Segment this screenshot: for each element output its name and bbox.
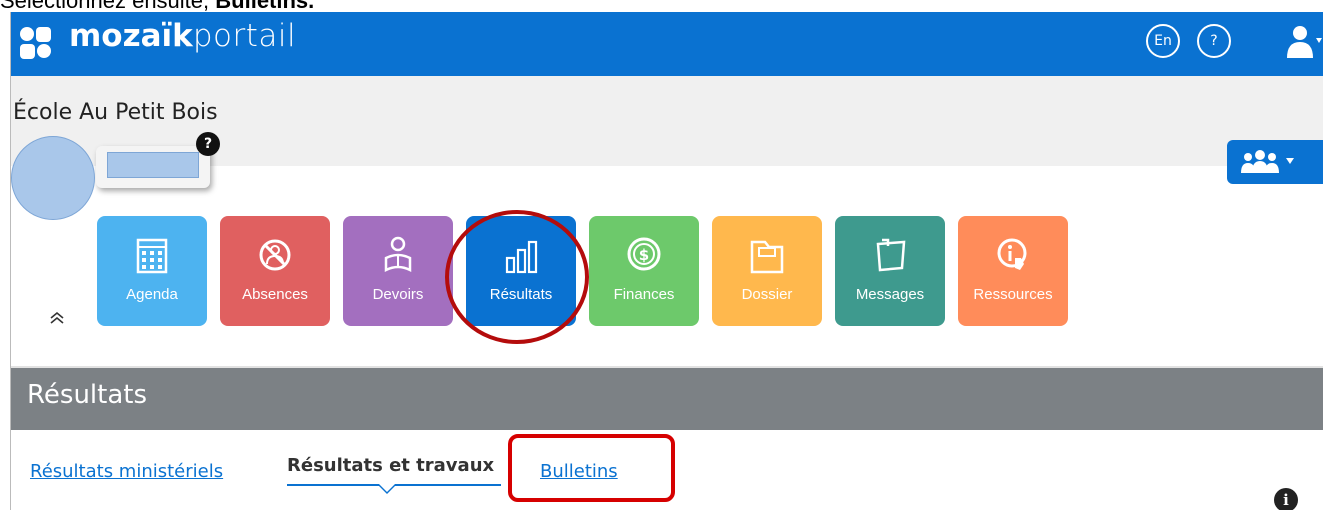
section-title: Résultats — [27, 380, 148, 410]
student-reading-icon — [384, 236, 412, 273]
svg-text:$: $ — [639, 246, 649, 264]
tile-absences[interactable]: Absences — [220, 216, 330, 326]
tile-dossier[interactable]: Dossier — [712, 216, 822, 326]
brand-bold: mozaïk — [69, 18, 193, 54]
avatar[interactable] — [11, 136, 95, 220]
top-navigation-bar: mozaïkportail En ? — [11, 12, 1323, 76]
brand-light: portail — [192, 18, 297, 54]
bar-chart-icon — [505, 240, 538, 274]
tile-devoirs[interactable]: Devoirs — [343, 216, 453, 326]
tile-label: Finances — [613, 286, 675, 303]
calendar-icon — [136, 238, 168, 274]
help-button[interactable]: ? — [1197, 24, 1231, 58]
message-note-icon — [876, 238, 906, 272]
tile-label: Dossier — [741, 286, 793, 303]
tile-label: Absences — [242, 286, 308, 303]
active-tab-caret-inner — [379, 484, 395, 492]
portal-window: mozaïkportail En ? École Au Petit Bois ? — [10, 12, 1323, 510]
language-button[interactable]: En — [1146, 24, 1180, 58]
dollar-coin-icon: $ — [627, 237, 661, 271]
tab-resultats-ministeriels[interactable]: Résultats ministériels — [30, 461, 223, 482]
tile-finances[interactable]: $ Finances — [589, 216, 699, 326]
no-person-icon — [259, 239, 291, 271]
info-icon[interactable]: i — [1274, 488, 1298, 510]
tile-messages[interactable]: Messages — [835, 216, 945, 326]
section-header: Résultats — [11, 368, 1323, 430]
tile-label: Devoirs — [372, 286, 424, 303]
profile-name-placeholder — [107, 152, 199, 178]
tile-label: Résultats — [489, 286, 553, 303]
tile-label: Messages — [855, 286, 925, 303]
instruction-caption: Sélectionnez ensuite, Bulletins. — [0, 0, 314, 12]
profile-help-badge[interactable]: ? — [196, 132, 220, 156]
mozaik-logo-icon — [20, 27, 51, 59]
tile-resultats[interactable]: Résultats — [466, 216, 576, 326]
tile-label: Agenda — [126, 286, 178, 303]
school-name: École Au Petit Bois — [13, 100, 218, 125]
folder-icon — [750, 240, 784, 274]
tile-label: Ressources — [973, 286, 1053, 303]
info-hand-icon — [997, 238, 1027, 270]
tile-agenda[interactable]: Agenda — [97, 216, 207, 326]
tab-bulletins[interactable]: Bulletins — [540, 461, 618, 482]
user-menu-icon[interactable] — [1283, 22, 1323, 62]
children-selector-button[interactable] — [1227, 140, 1323, 184]
collapse-tiles-icon[interactable] — [47, 310, 67, 330]
tile-ressources[interactable]: Ressources — [958, 216, 1068, 326]
brand-name: mozaïkportail — [69, 16, 296, 56]
group-people-icon — [1241, 150, 1294, 173]
tab-resultats-travaux[interactable]: Résultats et travaux — [287, 455, 494, 476]
